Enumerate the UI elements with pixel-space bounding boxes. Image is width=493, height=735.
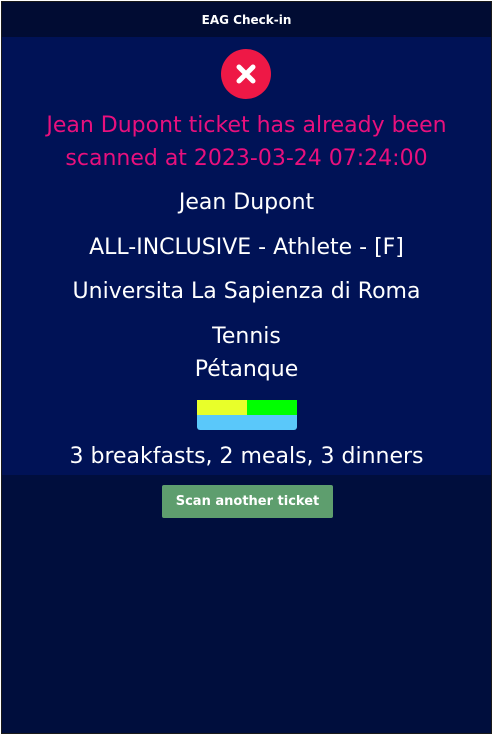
app-title: EAG Check-in <box>201 12 292 27</box>
error-line-2: scanned at 2023-03-24 07:24:00 <box>65 146 428 171</box>
app-frame: EAG Check-in Jean Dupont ticket has alre… <box>1 1 492 734</box>
meal-indicator-blue <box>197 415 297 430</box>
university-name: Universita La Sapienza di Roma <box>72 279 421 304</box>
error-x-icon <box>221 49 271 99</box>
attendee-name: Jean Dupont <box>178 190 315 215</box>
error-line-1: Jean Dupont ticket has already been <box>46 113 447 138</box>
ticket-type: ALL-INCLUSIVE - Athlete - [F] <box>89 235 404 260</box>
checkin-result-panel: Jean Dupont ticket has already been scan… <box>2 37 491 475</box>
meal-indicator-yellow <box>197 400 247 415</box>
scan-another-ticket-button[interactable]: Scan another ticket <box>162 485 333 518</box>
meal-indicator <box>197 400 297 430</box>
app-header: EAG Check-in <box>2 2 491 37</box>
meal-indicator-top-row <box>197 400 297 415</box>
meal-indicator-green <box>247 400 297 415</box>
sport-item: Tennis <box>212 324 281 349</box>
sport-item: Pétanque <box>194 357 299 382</box>
already-scanned-message: Jean Dupont ticket has already been scan… <box>2 109 491 175</box>
meals-summary: 3 breakfasts, 2 meals, 3 dinners <box>69 444 424 469</box>
